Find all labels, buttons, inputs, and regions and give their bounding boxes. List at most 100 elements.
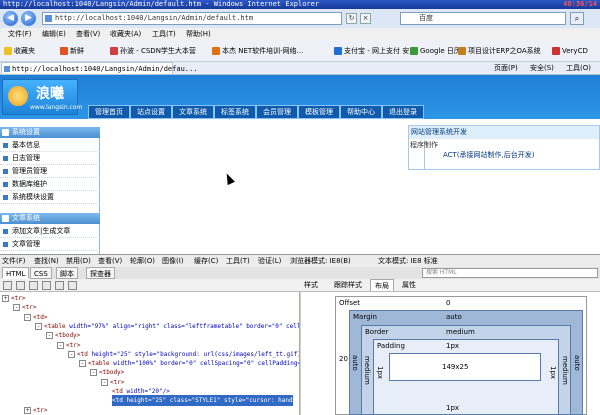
nav-tab-logout[interactable]: 退出登录: [382, 105, 424, 119]
site-logo[interactable]: 浪曦 www.langsin.com: [2, 79, 82, 115]
info-label: 程序制作: [409, 140, 438, 169]
collapse-icon[interactable]: -: [35, 322, 42, 330]
word-wrap-icon[interactable]: [68, 281, 77, 290]
save-icon[interactable]: [29, 281, 38, 290]
site-icon: [552, 47, 560, 55]
fav-item-verycd[interactable]: VeryCD: [552, 40, 588, 61]
back-button[interactable]: ◀: [3, 11, 18, 26]
menu-favorites[interactable]: 收藏夹(A): [110, 28, 141, 40]
left-offset-value: 20: [339, 355, 348, 363]
sidebar-item-logs[interactable]: 日志管理: [0, 152, 100, 165]
nav-tab-templates[interactable]: 模板管理: [298, 105, 340, 119]
devtools-toolbar: 样式 跟踪样式 布局 属性: [0, 279, 600, 292]
sidebar-item-database[interactable]: 数据库维护: [0, 178, 100, 191]
edit-icon[interactable]: [42, 281, 51, 290]
nav-tab-home[interactable]: 管理首页: [88, 105, 130, 119]
nav-tab-help[interactable]: 帮助中心: [340, 105, 382, 119]
favorites-button[interactable]: 收藏夹: [4, 40, 35, 61]
bullet-icon: [3, 156, 8, 161]
fav-item-erp-oa[interactable]: 项目设计ERP之OA系统: [458, 40, 541, 61]
dev-menu-document-mode[interactable]: 文本模式: IE8 标准: [378, 255, 438, 267]
window-titlebar: http://localhost:1040/Langsin/Admin/defa…: [0, 0, 600, 9]
sidebar-item-admins[interactable]: 管理员管理: [0, 165, 100, 178]
dev-menu-tools[interactable]: 工具(T): [226, 255, 250, 267]
border-label: Border: [365, 328, 389, 336]
collapse-icon[interactable]: -: [57, 341, 64, 349]
tab-profiler[interactable]: 探查器: [86, 267, 115, 279]
nav-tab-site-settings[interactable]: 站点设置: [130, 105, 172, 119]
dev-menu-find[interactable]: 查找(N): [34, 255, 59, 267]
fav-item-benjie[interactable]: 本杰 NET软件培训-网络...: [212, 40, 303, 61]
item-label: 文章管理: [12, 240, 40, 248]
tab-css[interactable]: CSS: [30, 267, 52, 279]
expand-icon[interactable]: +: [24, 406, 31, 414]
sidebar-item-add-article[interactable]: 添加文章|生成文章: [0, 225, 100, 238]
tab-style[interactable]: 样式: [300, 279, 322, 291]
tab-attributes[interactable]: 属性: [398, 279, 420, 291]
command-tools[interactable]: 工具(O): [566, 62, 591, 74]
menu-tools[interactable]: 工具(T): [152, 28, 176, 40]
nav-tab-members[interactable]: 会员管理: [256, 105, 298, 119]
mouse-cursor-icon: [223, 171, 235, 186]
dom-tag: <tbody>: [99, 369, 125, 377]
tab-layout[interactable]: 布局: [370, 279, 394, 291]
sidebar-item-modules[interactable]: 系统模块设置: [0, 191, 100, 204]
site-icon: [410, 47, 418, 55]
collapse-icon[interactable]: -: [79, 360, 86, 368]
collapse-icon[interactable]: -: [68, 350, 75, 358]
tab-html[interactable]: HTML: [2, 267, 30, 279]
browser-tab[interactable]: http://localhost:1040/Langsin/Admin/defa…: [1, 62, 197, 74]
html-search-input[interactable]: 搜索 HTML: [422, 268, 598, 278]
sidebar-item-article-manage[interactable]: 文章管理: [0, 238, 100, 251]
dom-node[interactable]: + <tr>: [24, 405, 47, 415]
collapse-icon[interactable]: -: [101, 378, 108, 386]
stop-button[interactable]: ×: [360, 13, 371, 24]
fav-item-csdn[interactable]: 孙波 - CSDN学生大本营: [110, 40, 196, 61]
collapse-icon[interactable]: -: [46, 332, 53, 340]
clock-readout: 48:36/14: [563, 0, 597, 8]
command-page[interactable]: 页面(P): [494, 62, 518, 74]
info-panel: 网站管理系统开发 程序制作 ACT(承接网站制作,后台开发): [408, 125, 600, 170]
dev-menu-outline[interactable]: 轮廓(O): [130, 255, 155, 267]
menu-edit[interactable]: 编辑(E): [42, 28, 66, 40]
forward-button[interactable]: ▶: [21, 11, 36, 26]
dev-menu-validate[interactable]: 验证(L): [258, 255, 281, 267]
offset-label: Offset: [339, 299, 361, 307]
fav-item-alipay[interactable]: 支付宝 - 网上支付 安...: [334, 40, 416, 61]
dom-tag: <tr>: [22, 304, 37, 312]
dev-menu-browser-mode[interactable]: 浏览器模式: IE8(B): [290, 255, 351, 267]
refresh-button[interactable]: ↻: [346, 13, 357, 24]
sidebar-group-articles[interactable]: 文章系统: [0, 213, 100, 224]
menu-help[interactable]: 帮助(H): [186, 28, 211, 40]
expand-icon[interactable]: [55, 281, 64, 290]
padding-value: 1px: [446, 342, 460, 350]
select-element-icon[interactable]: [3, 281, 12, 290]
expand-icon[interactable]: +: [2, 295, 9, 302]
menu-file[interactable]: 文件(F): [8, 28, 32, 40]
dev-menu-images[interactable]: 图像(I): [162, 255, 184, 267]
dom-node[interactable]: <td height="25" class="STYLE1" style="cu…: [112, 395, 293, 407]
sidebar-item-basic-info[interactable]: 基本信息: [0, 139, 100, 152]
collapse-icon[interactable]: -: [13, 304, 20, 312]
search-input[interactable]: 百度: [400, 12, 566, 25]
search-provider-label: 百度: [419, 14, 433, 22]
item-label: 数据库维护: [12, 180, 47, 188]
fav-item-xinxian[interactable]: 新鲜: [60, 40, 84, 61]
nav-tab-articles[interactable]: 文章系统: [172, 105, 214, 119]
address-bar[interactable]: http://localhost:1040/Langsin/Admin/defa…: [42, 12, 342, 25]
search-button[interactable]: ⌕: [570, 12, 584, 25]
menu-view[interactable]: 查看(V): [76, 28, 100, 40]
dev-menu-disable[interactable]: 禁用(D): [66, 255, 91, 267]
collapse-icon[interactable]: -: [90, 369, 97, 377]
nav-tab-tags[interactable]: 标签系统: [214, 105, 256, 119]
collapse-icon[interactable]: -: [24, 313, 31, 321]
fav-item-google-calendar[interactable]: Google 日历: [410, 40, 461, 61]
command-safety[interactable]: 安全(S): [530, 62, 554, 74]
sidebar-group-system[interactable]: 系统设置: [0, 127, 100, 138]
refresh-icon[interactable]: [16, 281, 25, 290]
dev-menu-file[interactable]: 文件(F): [2, 255, 26, 267]
tab-trace-styles[interactable]: 跟踪样式: [330, 279, 366, 291]
dev-menu-view[interactable]: 查看(V): [98, 255, 122, 267]
tab-script[interactable]: 脚本: [56, 267, 78, 279]
dev-menu-cache[interactable]: 缓存(C): [194, 255, 218, 267]
